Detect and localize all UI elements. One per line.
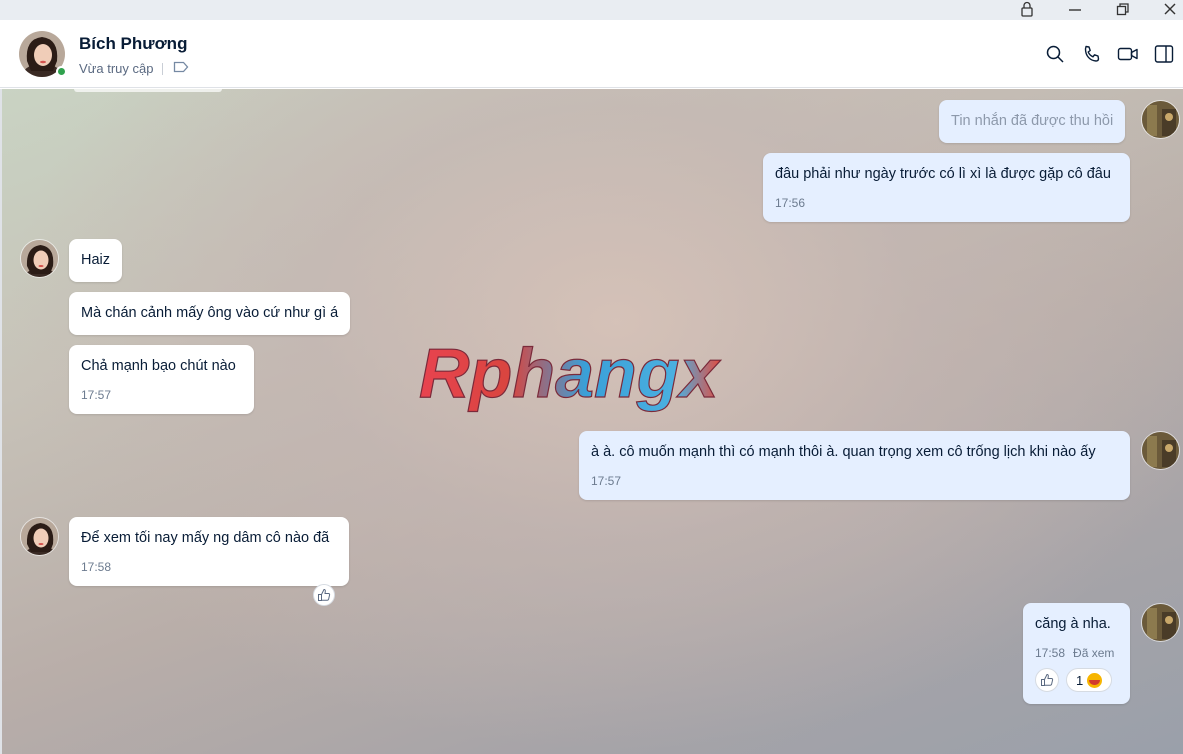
video-icon[interactable]	[1117, 43, 1139, 65]
last-seen-text: Vừa truy cập	[79, 61, 154, 76]
close-icon[interactable]	[1155, 0, 1183, 18]
laughing-emoji-icon	[1087, 672, 1103, 688]
sidebar-toggle-icon[interactable]	[1153, 43, 1175, 65]
message-time: 17:58	[81, 560, 112, 574]
message-time: 17:56	[775, 196, 806, 210]
message-text: Mà chán cảnh mấy ông vào cứ như gì á	[81, 305, 339, 321]
chat-header: Bích Phương Vừa truy cập	[0, 20, 1183, 88]
online-indicator	[56, 66, 67, 77]
message-text: à à. cô muốn mạnh thì có mạnh thôi à. qu…	[591, 444, 1096, 460]
reaction-bar: 1	[1035, 668, 1118, 692]
status-divider	[162, 62, 164, 75]
contact-message-avatar[interactable]	[20, 239, 59, 278]
reaction-summary[interactable]: 1	[1066, 668, 1113, 692]
contact-message-avatar[interactable]	[20, 517, 59, 556]
window-titlebar	[0, 0, 1183, 20]
message-bubble-incoming[interactable]: Haiz	[69, 239, 123, 282]
message-list[interactable]: Rphangx Tin nhắn đã được thu hồi đâu phả…	[2, 89, 1183, 754]
message-text: Haiz	[81, 252, 111, 268]
tag-icon[interactable]	[173, 61, 189, 76]
message-text: Chả mạnh bạo chút nào	[81, 358, 236, 374]
message-bubble-outgoing[interactable]: Tin nhắn đã được thu hồi	[939, 100, 1126, 143]
watermark-logo: Rphangx	[415, 333, 775, 427]
phone-icon[interactable]	[1081, 43, 1103, 65]
message-text: căng à nha.	[1035, 616, 1111, 632]
message-bubble-incoming[interactable]: Mà chán cảnh mấy ông vào cứ như gì á	[69, 292, 351, 335]
message-text: đâu phải như ngày trước có lì xì là được…	[775, 166, 1111, 182]
like-reaction-button[interactable]	[1035, 668, 1059, 692]
message-meta: 17:58 Đã xem	[1035, 646, 1118, 660]
message-bubble-outgoing[interactable]: à à. cô muốn mạnh thì có mạnh thôi à. qu…	[579, 431, 1130, 500]
previous-message-edge	[74, 89, 222, 92]
message-bubble-incoming[interactable]: Để xem tối nay mấy ng dâm cô nào đã 17:5…	[69, 517, 349, 586]
my-avatar[interactable]	[1141, 603, 1180, 642]
watermark-text: Rphangx	[419, 337, 722, 412]
reaction-count: 1	[1076, 672, 1084, 688]
my-avatar[interactable]	[1141, 100, 1180, 139]
message-bubble-outgoing[interactable]: căng à nha. 17:58 Đã xem 1	[1023, 603, 1130, 704]
minimize-icon[interactable]	[1060, 0, 1090, 18]
search-icon[interactable]	[1044, 43, 1066, 65]
message-time: 17:57	[81, 388, 112, 402]
contact-status: Vừa truy cập	[79, 61, 189, 76]
restore-icon[interactable]	[1108, 0, 1138, 18]
message-text: Để xem tối nay mấy ng dâm cô nào đã	[81, 530, 330, 546]
seen-status: Đã xem	[1073, 646, 1115, 660]
message-time: 17:57	[591, 474, 622, 488]
like-reaction-button[interactable]	[313, 584, 335, 606]
message-text: Tin nhắn đã được thu hồi	[951, 113, 1114, 129]
message-bubble-outgoing[interactable]: đâu phải như ngày trước có lì xì là được…	[763, 153, 1130, 222]
lock-icon[interactable]	[1012, 0, 1042, 18]
contact-name[interactable]: Bích Phương	[79, 34, 187, 54]
message-time: 17:58	[1035, 646, 1066, 660]
message-bubble-incoming[interactable]: Chả mạnh bạo chút nào 17:57	[69, 345, 254, 414]
my-avatar[interactable]	[1141, 431, 1180, 470]
